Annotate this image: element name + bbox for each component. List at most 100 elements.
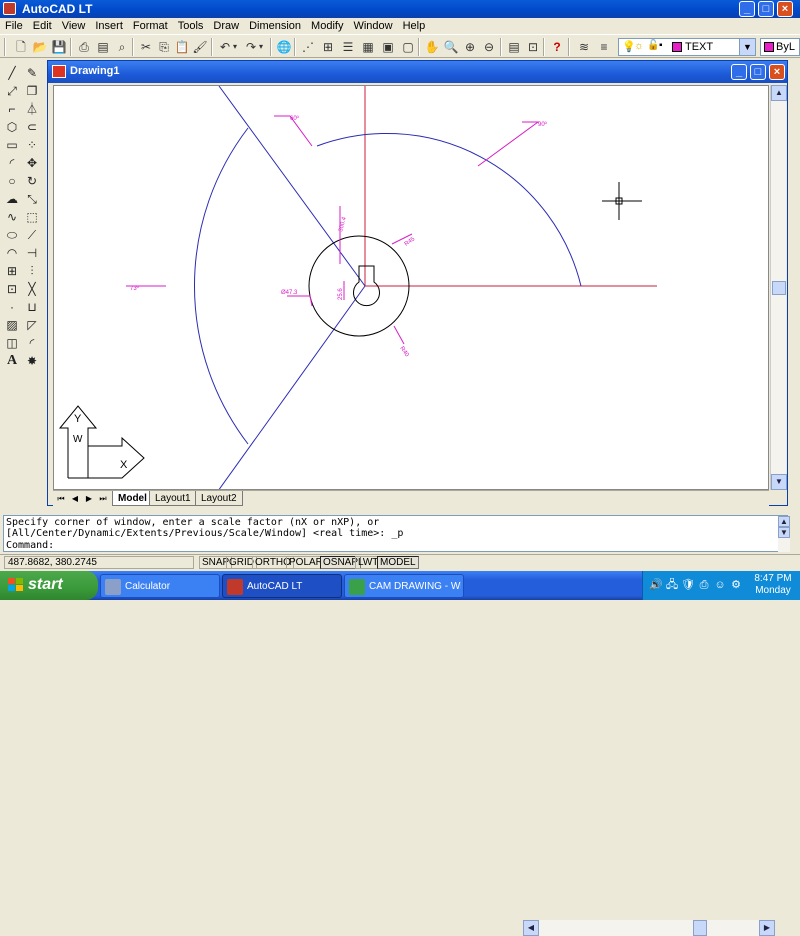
layer-dropdown[interactable]: 💡 ☼ 🔓 ▪ TEXT ▼: [618, 38, 756, 56]
help-icon[interactable]: ?: [549, 39, 565, 55]
snap-from-icon[interactable]: ⋰: [300, 39, 316, 55]
drawing-maximize-button[interactable]: □: [750, 64, 766, 80]
scroll-up-icon[interactable]: ▲: [778, 516, 790, 527]
text-icon[interactable]: A: [4, 353, 20, 369]
vertical-scrollbar[interactable]: ▲ ▼: [770, 85, 787, 490]
coordinate-readout[interactable]: 487.8682, 380.2745: [4, 556, 194, 569]
ellipse-arc-icon[interactable]: ◠: [4, 245, 20, 261]
trim-icon[interactable]: ⟋: [24, 227, 40, 243]
point-icon[interactable]: ·: [4, 299, 20, 315]
printer-icon[interactable]: ⎙: [697, 578, 711, 592]
layer-manager-icon[interactable]: ≋: [576, 39, 592, 55]
menu-window[interactable]: Window: [348, 18, 397, 34]
array-icon[interactable]: ⁘: [24, 137, 40, 153]
taskbar-cam-drawing[interactable]: CAM DRAWING - Wi...: [344, 574, 464, 598]
layer-previous-icon[interactable]: ≡: [596, 39, 612, 55]
distance-icon[interactable]: ⊡: [525, 39, 541, 55]
last-tab-icon[interactable]: ⏭: [97, 493, 109, 505]
drawing-close-button[interactable]: ×: [769, 64, 785, 80]
menu-file[interactable]: File: [0, 18, 28, 34]
menu-draw[interactable]: Draw: [208, 18, 244, 34]
vertical-scroll-thumb[interactable]: [772, 281, 786, 295]
pan-icon[interactable]: ✋: [424, 39, 440, 55]
break-at-point-icon[interactable]: ╳: [24, 281, 40, 297]
menu-modify[interactable]: Modify: [306, 18, 348, 34]
scroll-left-icon[interactable]: ◀: [523, 920, 539, 936]
minimize-button[interactable]: _: [739, 1, 755, 17]
close-button[interactable]: ×: [777, 1, 793, 17]
tab-model[interactable]: Model: [112, 491, 153, 506]
zoom-window-icon[interactable]: ⊕: [462, 39, 478, 55]
scale-icon[interactable]: ⤡: [24, 191, 40, 207]
autocad-app-icon[interactable]: [3, 2, 16, 15]
scroll-up-icon[interactable]: ▲: [771, 85, 787, 101]
copy-icon[interactable]: ⎘: [156, 39, 172, 55]
stretch-icon[interactable]: ⬚: [24, 209, 40, 225]
match-properties-icon[interactable]: 🖌: [192, 39, 208, 55]
next-tab-icon[interactable]: ▶: [83, 493, 95, 505]
construction-line-icon[interactable]: ⤢: [4, 83, 20, 99]
horizontal-scrollbar[interactable]: ◀ ▶: [523, 920, 775, 936]
tab-layout1[interactable]: Layout1: [149, 491, 197, 506]
drawing-minimize-button[interactable]: _: [731, 64, 747, 80]
hatch-icon[interactable]: ▨: [4, 317, 20, 333]
print-icon[interactable]: ⎙: [76, 39, 92, 55]
update-icon[interactable]: ⚙: [729, 578, 743, 592]
zoom-previous-icon[interactable]: ⊖: [481, 39, 497, 55]
security-icon[interactable]: 🛡: [681, 578, 695, 592]
offset-icon[interactable]: ⊂: [24, 119, 40, 135]
save-icon[interactable]: 💾: [51, 39, 67, 55]
model-toggle[interactable]: MODEL: [377, 556, 419, 569]
undo-dropdown-icon[interactable]: ▾: [231, 39, 239, 55]
arc-icon[interactable]: ◜: [4, 155, 20, 171]
color-dropdown[interactable]: ByL: [760, 38, 800, 56]
previous-tab-icon[interactable]: ◀: [69, 493, 81, 505]
rotate-icon[interactable]: ↻: [24, 173, 40, 189]
polygon-icon[interactable]: ⬡: [4, 119, 20, 135]
taskbar-calculator[interactable]: Calculator: [100, 574, 220, 598]
menu-insert[interactable]: Insert: [90, 18, 128, 34]
scroll-down-icon[interactable]: ▼: [771, 474, 787, 490]
sheet-set-icon[interactable]: ▢: [400, 39, 416, 55]
maximize-button[interactable]: □: [758, 1, 774, 17]
cut-icon[interactable]: ✂: [138, 39, 154, 55]
open-file-icon[interactable]: 📂: [32, 39, 48, 55]
break-icon[interactable]: ⫶: [24, 263, 40, 279]
start-button[interactable]: start: [0, 571, 98, 600]
copy-object-icon[interactable]: ❐: [24, 83, 40, 99]
extend-icon[interactable]: ⊣: [24, 245, 40, 261]
menu-help[interactable]: Help: [398, 18, 431, 34]
layers-properties-icon[interactable]: ☰: [340, 39, 356, 55]
move-icon[interactable]: ✥: [24, 155, 40, 171]
paste-icon[interactable]: 📋: [174, 39, 190, 55]
horizontal-scroll-thumb[interactable]: [693, 920, 707, 936]
menu-edit[interactable]: Edit: [28, 18, 57, 34]
insert-block-icon[interactable]: ⊞: [4, 263, 20, 279]
join-icon[interactable]: ⊔: [24, 299, 40, 315]
tab-layout2[interactable]: Layout2: [195, 491, 243, 506]
redo-dropdown-icon[interactable]: ▾: [257, 39, 265, 55]
zoom-realtime-icon[interactable]: 🔍: [443, 39, 459, 55]
drawing-document-icon[interactable]: [52, 65, 66, 78]
drawing-canvas[interactable]: 60º 90º 73º 300.4 R45 Ø47.3 25.6 R40 Y X…: [53, 85, 769, 490]
explode-icon[interactable]: ✸: [24, 353, 40, 369]
menu-view[interactable]: View: [57, 18, 91, 34]
ellipse-icon[interactable]: ⬭: [4, 227, 20, 243]
command-prompt[interactable]: Command:: [6, 540, 54, 551]
fillet-icon[interactable]: ◜: [24, 335, 40, 351]
globe-icon[interactable]: 🌐: [276, 39, 292, 55]
line-icon[interactable]: ╱: [4, 65, 20, 81]
spline-icon[interactable]: ∿: [4, 209, 20, 225]
messenger-icon[interactable]: ☺: [713, 578, 727, 592]
insert-block-icon[interactable]: ⊞: [320, 39, 336, 55]
scroll-right-icon[interactable]: ▶: [759, 920, 775, 936]
rectangle-icon[interactable]: ▭: [4, 137, 20, 153]
print-preview-icon[interactable]: ▤: [95, 39, 111, 55]
menu-tools[interactable]: Tools: [173, 18, 209, 34]
mirror-icon[interactable]: ⏃: [24, 101, 40, 117]
menu-dimension[interactable]: Dimension: [244, 18, 306, 34]
properties-icon[interactable]: ▤: [506, 39, 522, 55]
menu-format[interactable]: Format: [128, 18, 173, 34]
make-block-icon[interactable]: ⊡: [4, 281, 20, 297]
command-scrollbar[interactable]: ▲ ▼: [778, 516, 790, 552]
